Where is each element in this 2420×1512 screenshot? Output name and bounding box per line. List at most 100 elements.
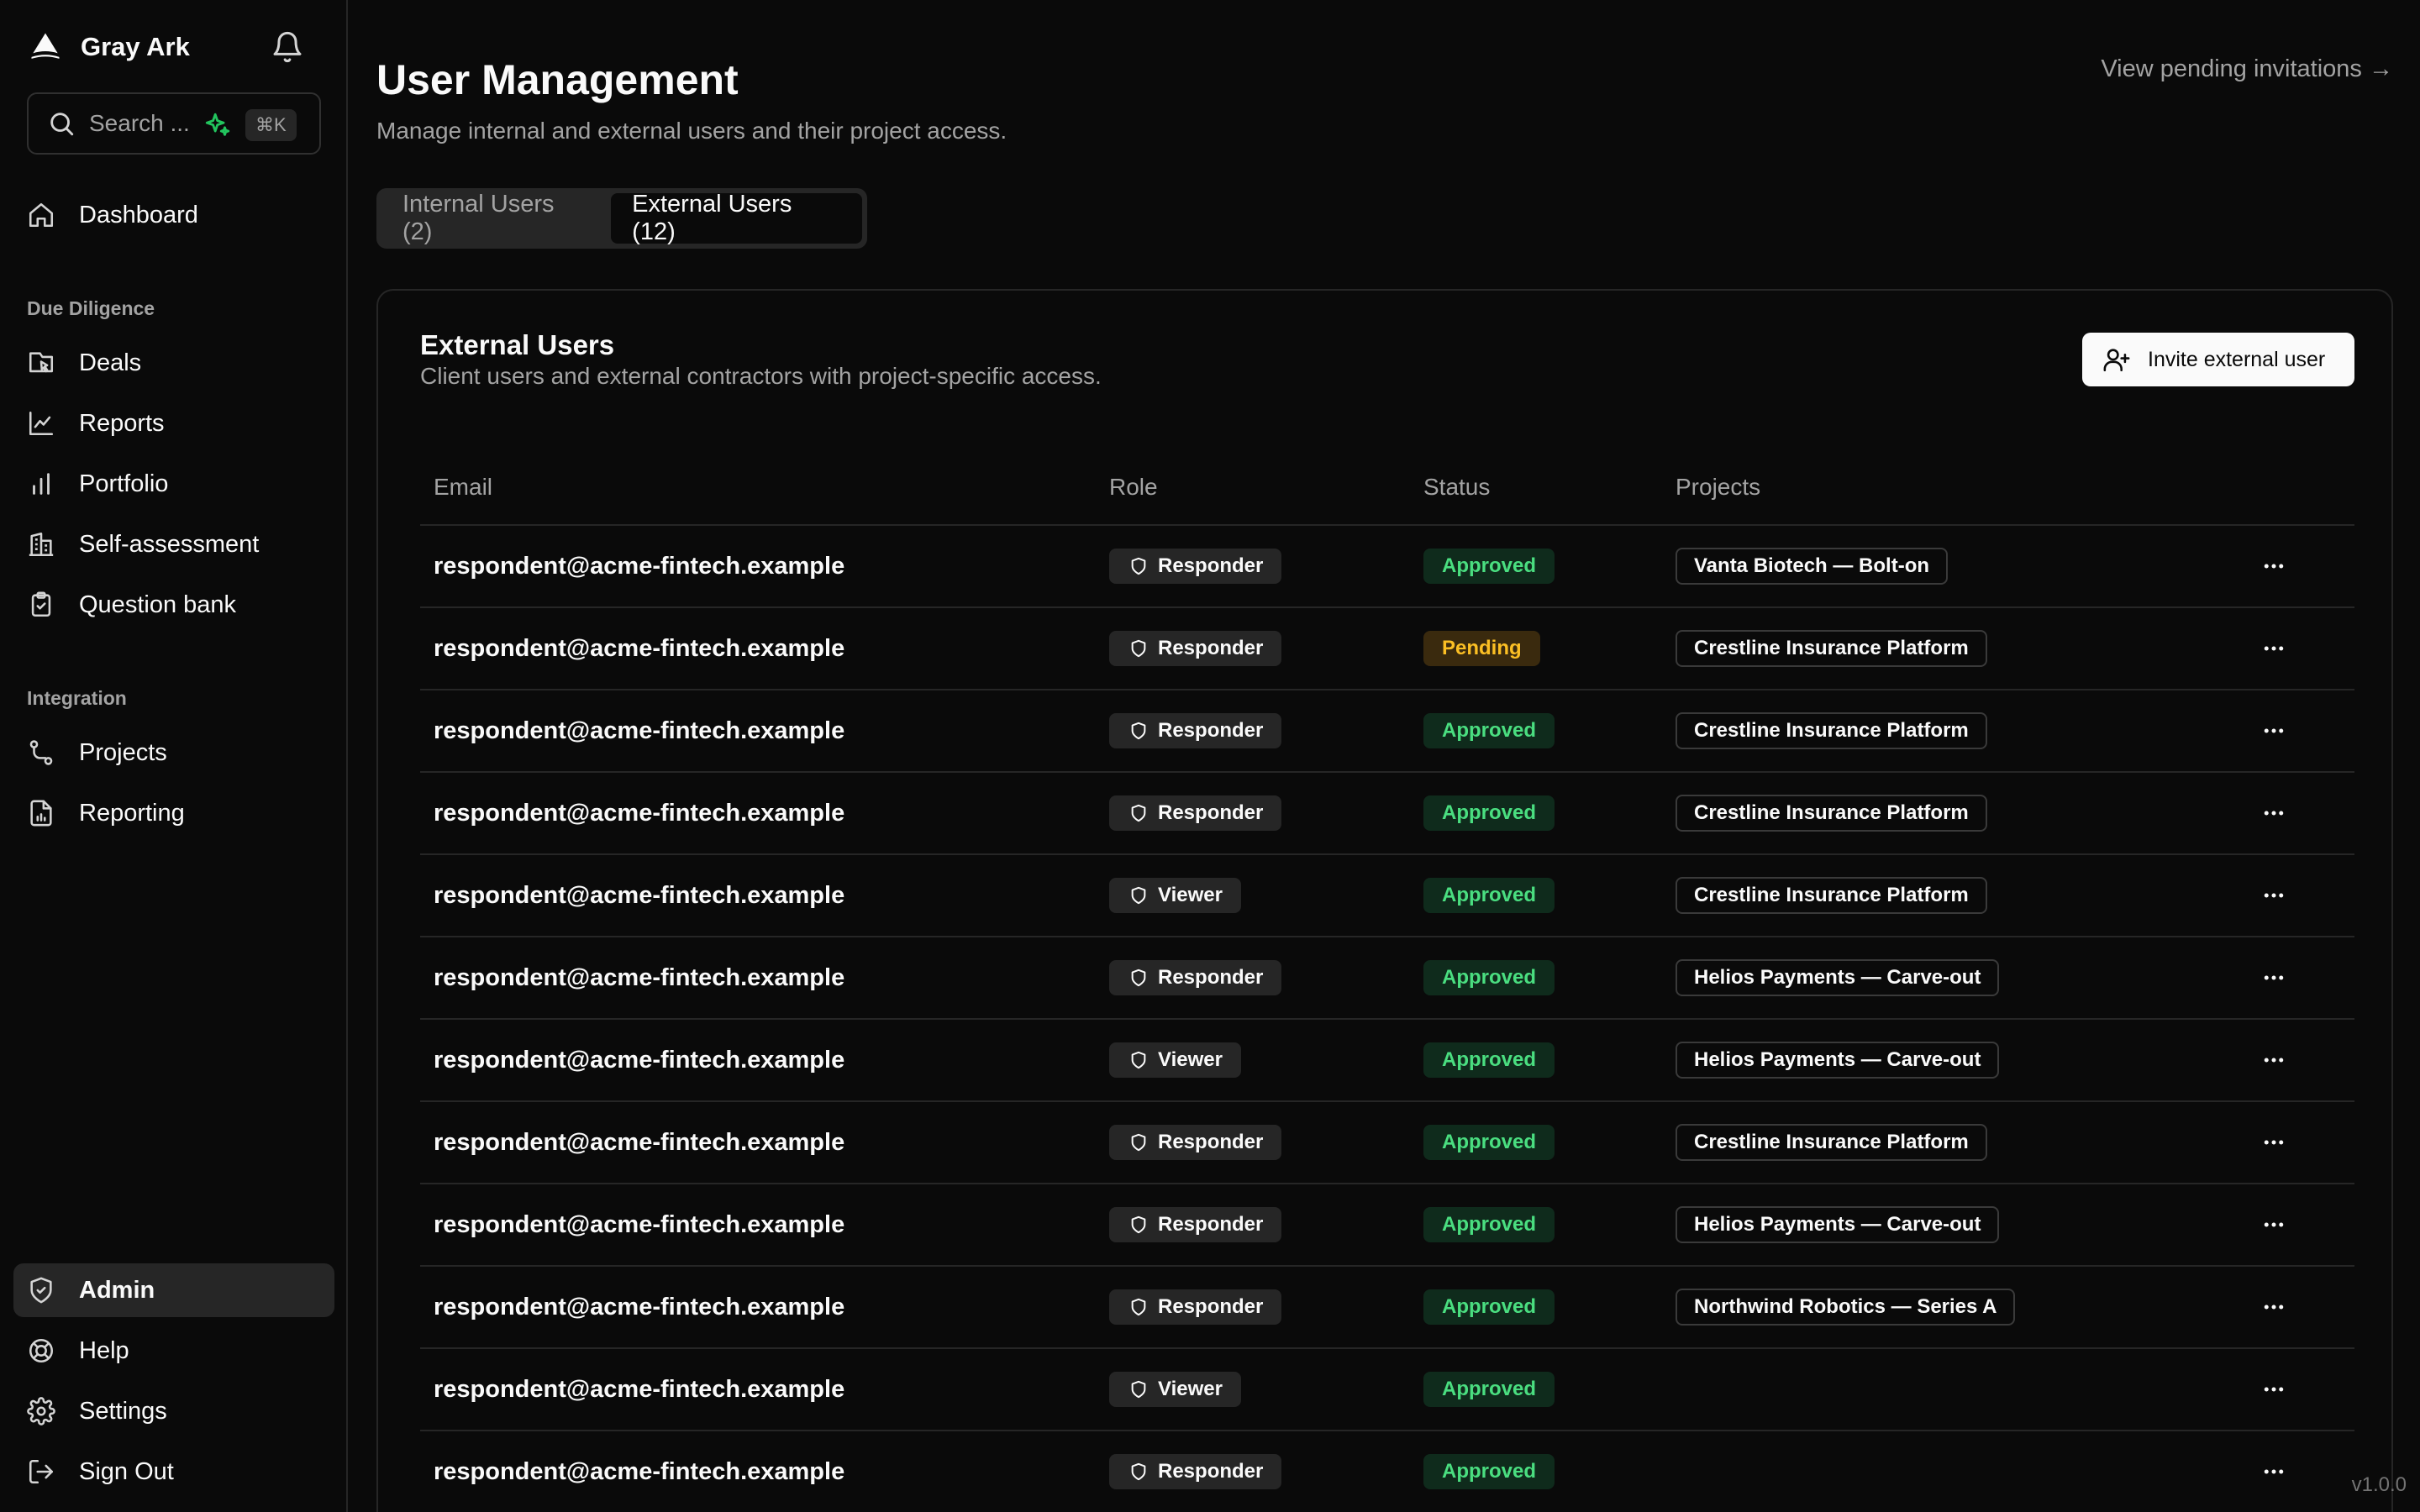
- table-row[interactable]: respondent@acme-fintech.example Responde…: [420, 1184, 2354, 1267]
- life-buoy-icon: [29, 1338, 54, 1363]
- project-badge[interactable]: Helios Payments — Carve-out: [1676, 1042, 2000, 1079]
- tab-internal-users[interactable]: Internal Users (2): [381, 191, 611, 245]
- invite-external-user-button[interactable]: Invite external user: [2082, 333, 2354, 386]
- sidebar-item-dashboard[interactable]: Dashboard: [13, 188, 334, 242]
- user-email: respondent@acme-fintech.example: [434, 634, 845, 662]
- table-row[interactable]: respondent@acme-fintech.example Responde…: [420, 608, 2354, 690]
- shield-icon: [1131, 1298, 1146, 1316]
- row-actions-button[interactable]: [2257, 1290, 2291, 1324]
- shield-icon: [1131, 804, 1146, 822]
- table-row[interactable]: respondent@acme-fintech.example Responde…: [420, 937, 2354, 1020]
- row-actions-button[interactable]: [2257, 632, 2291, 665]
- role-badge: Viewer: [1109, 878, 1241, 913]
- row-actions-button[interactable]: [2257, 1126, 2291, 1159]
- row-actions-button[interactable]: [2257, 879, 2291, 912]
- status-badge: Approved: [1423, 713, 1555, 748]
- shield-icon: [1131, 1215, 1146, 1234]
- role-badge: Responder: [1109, 549, 1282, 584]
- section-label-integration: Integration: [27, 687, 127, 709]
- project-badge[interactable]: Helios Payments — Carve-out: [1676, 959, 2000, 996]
- role-badge: Responder: [1109, 1289, 1282, 1325]
- row-actions-button[interactable]: [2257, 1208, 2291, 1242]
- project-badge[interactable]: Crestline Insurance Platform: [1676, 630, 1987, 667]
- brand[interactable]: Gray Ark: [27, 27, 190, 67]
- sidebar-item-admin[interactable]: Admin: [13, 1263, 334, 1317]
- sidebar-item-self-assessment[interactable]: Self-assessment: [13, 517, 334, 571]
- role-label: Responder: [1158, 966, 1264, 989]
- view-pending-invitations-link[interactable]: View pending invitations →: [2101, 55, 2393, 83]
- external-users-card: External Users Client users and external…: [376, 289, 2393, 1512]
- project-badge[interactable]: Crestline Insurance Platform: [1676, 877, 1987, 914]
- sidebar-item-label: Sign Out: [79, 1457, 174, 1485]
- table-row[interactable]: respondent@acme-fintech.example Viewer A…: [420, 855, 2354, 937]
- sidebar: Gray Ark Search ... ⌘K Dashboard Due Dil…: [0, 0, 348, 1512]
- search-input[interactable]: Search ... ⌘K: [27, 92, 321, 155]
- row-actions-button[interactable]: [2257, 1455, 2291, 1488]
- shield-icon: [1131, 1380, 1146, 1399]
- role-badge: Responder: [1109, 795, 1282, 831]
- role-badge: Responder: [1109, 631, 1282, 666]
- row-actions-button[interactable]: [2257, 549, 2291, 583]
- table-row[interactable]: respondent@acme-fintech.example Responde…: [420, 526, 2354, 608]
- brand-name: Gray Ark: [81, 32, 190, 61]
- sidebar-item-portfolio[interactable]: Portfolio: [13, 457, 334, 511]
- table-row[interactable]: respondent@acme-fintech.example Responde…: [420, 773, 2354, 855]
- user-email: respondent@acme-fintech.example: [434, 1293, 845, 1320]
- sidebar-item-settings[interactable]: Settings: [13, 1384, 334, 1438]
- tab-external-users[interactable]: External Users (12): [611, 191, 862, 245]
- project-badge[interactable]: Northwind Robotics — Series A: [1676, 1289, 2016, 1326]
- role-label: Responder: [1158, 554, 1264, 577]
- sidebar-item-label: Portfolio: [79, 470, 169, 497]
- role-label: Responder: [1158, 801, 1264, 824]
- sidebar-item-help[interactable]: Help: [13, 1324, 334, 1378]
- sidebar-item-reports[interactable]: Reports: [13, 396, 334, 450]
- logo-icon: [31, 33, 60, 59]
- home-icon: [29, 202, 54, 228]
- sidebar-item-label: Settings: [79, 1397, 167, 1425]
- bell-icon[interactable]: [271, 30, 304, 64]
- role-label: Viewer: [1158, 884, 1223, 906]
- column-header-status: Status: [1423, 474, 1491, 500]
- table-row[interactable]: respondent@acme-fintech.example Responde…: [420, 1267, 2354, 1349]
- table-row[interactable]: respondent@acme-fintech.example Viewer A…: [420, 1020, 2354, 1102]
- sidebar-item-projects[interactable]: Projects: [13, 726, 334, 780]
- shield-icon: [1131, 1051, 1146, 1069]
- role-label: Responder: [1158, 1131, 1264, 1153]
- deals-icon: [29, 352, 54, 373]
- table-row[interactable]: respondent@acme-fintech.example Viewer A…: [420, 1349, 2354, 1431]
- row-actions-button[interactable]: [2257, 1043, 2291, 1077]
- sidebar-item-sign-out[interactable]: Sign Out: [13, 1445, 334, 1499]
- bar-chart-icon: [33, 473, 50, 495]
- role-label: Responder: [1158, 719, 1264, 742]
- row-actions-button[interactable]: [2257, 961, 2291, 995]
- row-actions-button[interactable]: [2257, 1373, 2291, 1406]
- sidebar-item-deals[interactable]: Deals: [13, 336, 334, 390]
- sidebar-item-question-bank[interactable]: Question bank: [13, 578, 334, 632]
- route-icon: [29, 740, 53, 765]
- table-row[interactable]: respondent@acme-fintech.example Responde…: [420, 1102, 2354, 1184]
- row-actions-button[interactable]: [2257, 796, 2291, 830]
- user-email: respondent@acme-fintech.example: [434, 1128, 845, 1156]
- project-badge[interactable]: Crestline Insurance Platform: [1676, 795, 1987, 832]
- search-icon: [50, 113, 74, 136]
- sidebar-item-reporting[interactable]: Reporting: [13, 786, 334, 840]
- section-label-due-diligence: Due Diligence: [27, 297, 155, 319]
- shortcut-hint: ⌘K: [245, 109, 297, 141]
- project-badge[interactable]: Vanta Biotech — Bolt-on: [1676, 548, 1949, 585]
- project-badge[interactable]: Helios Payments — Carve-out: [1676, 1206, 2000, 1243]
- project-badge[interactable]: Crestline Insurance Platform: [1676, 712, 1987, 749]
- sidebar-item-label: Reports: [79, 409, 165, 437]
- more-horizontal-icon: [2264, 564, 2284, 569]
- sidebar-item-label: Deals: [79, 349, 142, 376]
- sidebar-item-label: Projects: [79, 738, 167, 766]
- status-badge: Approved: [1423, 549, 1555, 584]
- sparkles-icon[interactable]: [203, 111, 232, 139]
- user-email: respondent@acme-fintech.example: [434, 799, 845, 827]
- role-badge: Responder: [1109, 1454, 1282, 1489]
- table-row[interactable]: respondent@acme-fintech.example Responde…: [420, 690, 2354, 773]
- version-label: v1.0.0: [2351, 1473, 2407, 1496]
- table-row[interactable]: respondent@acme-fintech.example Responde…: [420, 1431, 2354, 1512]
- status-badge: Pending: [1423, 631, 1540, 666]
- row-actions-button[interactable]: [2257, 714, 2291, 748]
- project-badge[interactable]: Crestline Insurance Platform: [1676, 1124, 1987, 1161]
